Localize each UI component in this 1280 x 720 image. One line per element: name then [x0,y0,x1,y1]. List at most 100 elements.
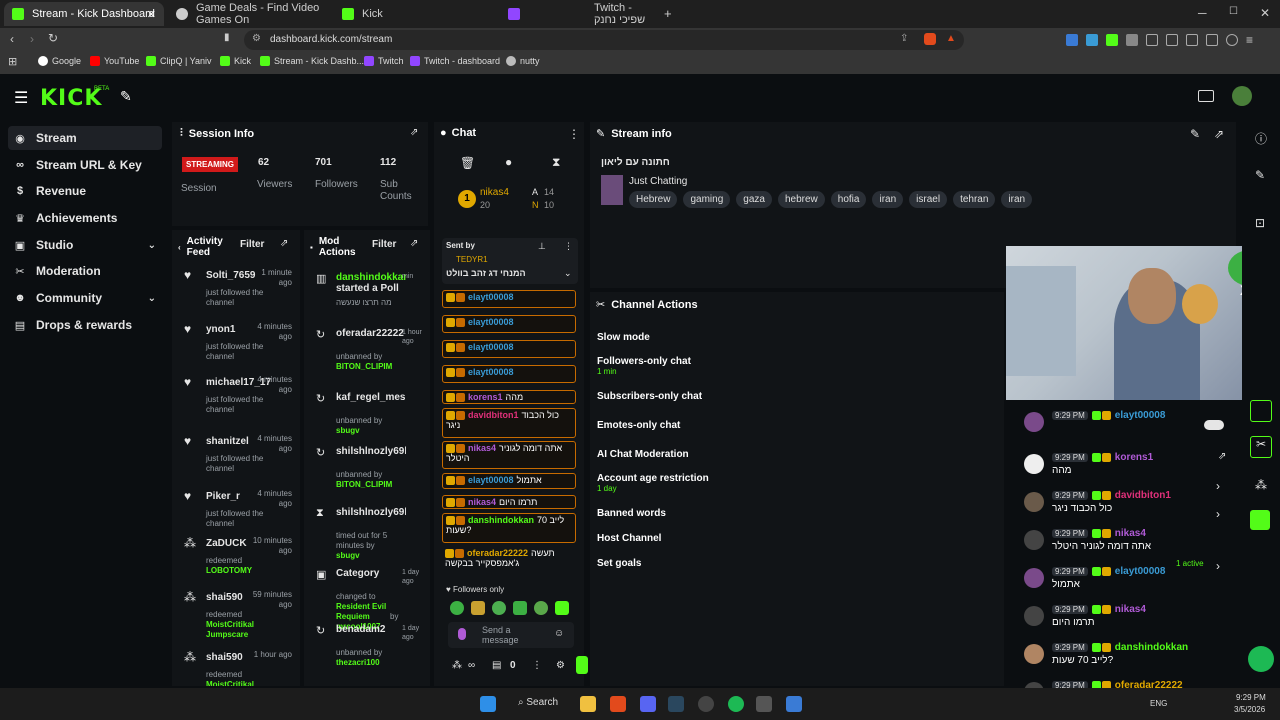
popout-icon[interactable]: ⇗ [1214,127,1224,141]
chevron-down-icon[interactable]: ⌄ [564,268,572,279]
bookmark-youtube[interactable]: YouTube [90,56,139,66]
avatar[interactable] [1232,86,1252,106]
obs-icon[interactable] [698,696,714,712]
brave-icon[interactable] [610,696,626,712]
popout-icon[interactable]: ⇗ [410,238,418,249]
stream-tag[interactable]: Hebrew [629,191,678,208]
site-info-icon[interactable]: ⚙ [252,33,261,44]
language-indicator[interactable]: ENG [1150,699,1167,708]
brave-shield-icon[interactable] [924,33,936,45]
drops-icon[interactable]: ⁂ [1255,478,1267,492]
channel-action-item[interactable]: Host Channel [597,533,661,544]
windows-start-icon[interactable] [480,696,496,712]
sidebar-item-revenue[interactable]: $ Revenue [8,179,162,203]
link-icon[interactable]: ∞ [468,660,475,671]
puzzle-icon[interactable] [1146,34,1158,46]
bookmark-twitch-dashboard[interactable]: Twitch - dashboard [410,56,500,66]
stream-tag[interactable]: hofia [830,191,867,208]
channel-action-item[interactable]: Set goals [597,558,641,569]
rewards-icon[interactable]: ▲ [946,33,956,44]
maximize-icon[interactable]: ☐ [1229,6,1238,17]
extension-icon[interactable] [1126,34,1138,46]
hamburger-menu-icon[interactable]: ☰ [14,88,28,108]
emote-icon[interactable] [450,601,464,615]
settings-icon[interactable]: ⁂ [452,660,462,671]
pin-icon[interactable]: ⊥ [538,241,546,252]
steam-icon[interactable] [668,696,684,712]
stream-tag[interactable]: gaza [736,191,772,208]
chevron-down-icon[interactable]: ⌄ [148,293,156,304]
bookmark-stream-dashboard[interactable]: Stream - Kick Dashb... [260,56,364,66]
channel-action-item[interactable]: Subscribers-only chat [597,391,702,402]
minimize-icon[interactable]: ─ [1198,6,1207,20]
chat-input[interactable]: Send a message ☺ [448,622,574,648]
emote-icon[interactable] [471,601,485,615]
channel-action-item[interactable]: Account age restriction 1 day [597,473,709,493]
emote-icon[interactable] [534,601,548,615]
stream-tag[interactable]: hebrew [777,191,825,208]
app-icon[interactable] [786,696,802,712]
stream-tag[interactable]: iran [1001,191,1033,208]
chevron-down-icon[interactable]: ⌄ [148,240,156,251]
stream-tag[interactable]: gaming [683,191,731,208]
vpn-icon[interactable] [1226,34,1238,46]
gear-icon[interactable]: ⚙ [556,660,565,671]
channel-action-item[interactable]: Followers-only chat 1 min [597,356,691,376]
emote-icon[interactable] [555,601,569,615]
app-icon[interactable] [756,696,772,712]
bookmark-clipq[interactable]: ClipQ | Yaniv [146,56,212,66]
tab-kick[interactable]: Kick [334,2,496,26]
extension-icon[interactable] [1066,34,1078,46]
popout-icon[interactable]: ⇗ [280,238,288,249]
target-icon[interactable]: ⊡ [1255,216,1265,230]
stream-tag[interactable]: iran [872,191,904,208]
emote-icon[interactable] [492,601,506,615]
pencil-icon[interactable]: ✎ [1255,168,1265,182]
window-close-icon[interactable]: ✕ [1260,6,1270,20]
tab-kick-dashboard[interactable]: Stream - Kick Dashboard ✕ [4,2,164,26]
share-icon[interactable]: ⇪ [900,33,908,44]
bookmark-nutty[interactable]: nutty [506,56,540,66]
new-tab-icon[interactable]: + [664,6,672,21]
emoji-icon[interactable]: ☺ [554,628,564,639]
hourglass-icon[interactable]: ⧗ [552,155,560,170]
extension-icon[interactable] [1086,34,1098,46]
chevron-left-icon[interactable]: ‹ [178,243,181,252]
stream-tag[interactable]: tehran [953,191,996,208]
sidebar-item-achievements[interactable]: ♛ Achievements [8,206,162,230]
channel-action-item[interactable]: Emotes-only chat [597,420,680,431]
list-icon[interactable] [1250,400,1272,422]
more-options-icon[interactable]: ⋮ [568,127,580,141]
info-icon[interactable]: ⓘ [1255,130,1267,147]
bookmark-google[interactable]: Google [38,56,81,66]
more-options-icon[interactable]: ⋮ [564,241,573,252]
support-icon[interactable] [1248,646,1274,672]
spotify-icon[interactable] [728,696,744,712]
channel-action-item[interactable]: AI Chat Moderation [597,449,689,460]
microphone-icon[interactable] [458,628,466,640]
sidebar-toggle-icon[interactable] [1166,34,1178,46]
sidebar-item-stream-url-key[interactable]: ∞ Stream URL & Key [8,153,162,177]
popout-icon[interactable]: ⇗ [410,127,418,138]
bookmark-twitch[interactable]: Twitch [364,56,404,66]
discord-icon[interactable] [640,696,656,712]
send-button[interactable] [576,656,588,674]
wrench-icon[interactable]: ✂ [1250,436,1272,458]
sidebar-item-studio[interactable]: ▣ Studio ⌄ [8,233,162,257]
activity-filter-button[interactable]: Filter [240,239,264,250]
chevron-left-icon[interactable]: ▪ [310,243,313,252]
channel-action-item[interactable]: Banned words [597,508,666,519]
apps-icon[interactable]: ⊞ [8,55,17,68]
bookmark-kick[interactable]: Kick [220,56,251,66]
url-field[interactable]: ⚙ dashboard.kick.com/stream ⇪ ▲ [244,30,964,50]
sidebar-item-moderation[interactable]: ✂ Moderation [8,259,162,283]
forward-icon[interactable]: › [30,32,34,46]
sidebar-item-community[interactable]: ☻ Community ⌄ [8,286,162,310]
tab-game-deals[interactable]: Game Deals - Find Video Games On [168,2,330,26]
trash-icon[interactable]: 🗑 [460,156,475,170]
edit-icon[interactable]: ✎ [1190,127,1200,141]
reload-icon[interactable]: ↻ [48,31,58,45]
app-icon[interactable] [1250,510,1270,530]
sidebar-item-stream[interactable]: ◉ Stream [8,126,162,150]
bookmark-icon[interactable]: ▮ [224,32,230,43]
